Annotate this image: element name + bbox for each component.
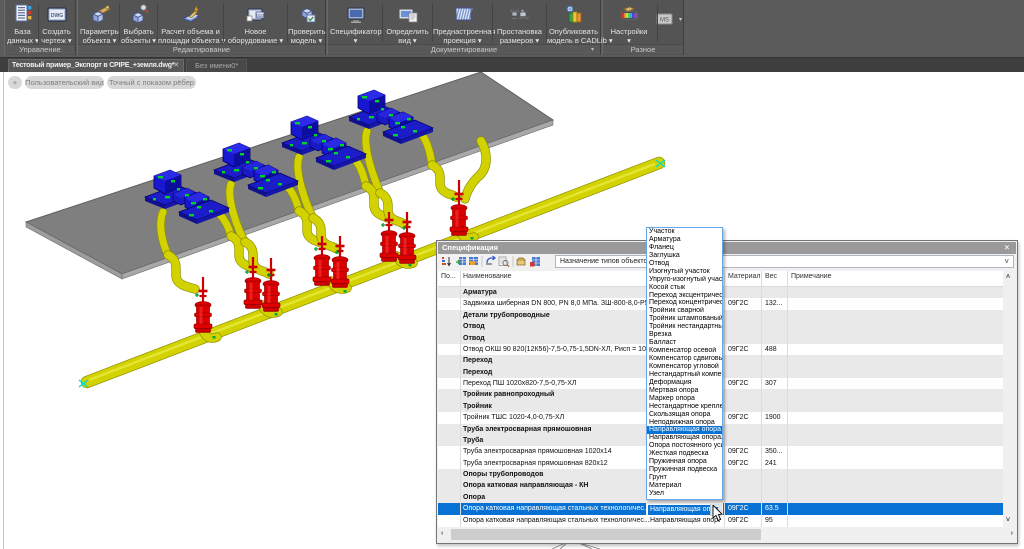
svg-text:DWG: DWG [50,13,62,19]
svg-text:010: 010 [256,13,264,18]
svg-text:MS: MS [660,18,669,24]
